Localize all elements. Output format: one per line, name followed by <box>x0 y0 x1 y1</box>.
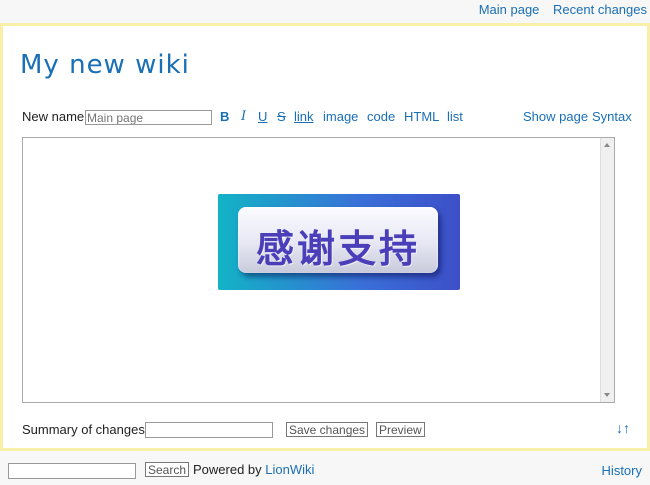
editor-scrollbar[interactable] <box>600 138 614 402</box>
top-navigation: Main page Recent changes <box>469 2 647 17</box>
search-button[interactable]: Search <box>145 462 190 477</box>
list-button[interactable]: list <box>447 109 463 124</box>
powered-by-label: Powered by <box>193 462 262 477</box>
show-page-link[interactable]: Show page <box>523 109 588 124</box>
banner-text: 感谢支持 <box>255 227 420 271</box>
main-page-link[interactable]: Main page <box>479 2 540 17</box>
edit-actions-row: Summary of changes Save changes Preview … <box>22 420 632 442</box>
link-button[interactable]: link <box>294 109 314 124</box>
html-button[interactable]: HTML <box>404 109 439 124</box>
syntax-link[interactable]: Syntax <box>592 109 632 124</box>
footer: Search Powered by LionWiki History <box>0 455 650 485</box>
search-input[interactable] <box>8 463 136 479</box>
content-frame: My new wiki New name B I U S link image … <box>0 23 650 451</box>
save-changes-button[interactable]: Save changes <box>286 422 369 437</box>
strikethrough-button[interactable]: S <box>277 109 286 124</box>
summary-input[interactable] <box>145 422 273 438</box>
bold-button[interactable]: B <box>220 109 229 124</box>
lionwiki-link[interactable]: LionWiki <box>265 462 314 477</box>
summary-label: Summary of changes <box>22 422 145 437</box>
banner-plate: 感谢支持 <box>238 207 438 273</box>
editor-toolbar: New name B I U S link image code HTML li… <box>22 109 632 129</box>
italic-button[interactable]: I <box>241 109 246 124</box>
image-button[interactable]: image <box>323 109 358 124</box>
scroll-down-arrow-icon[interactable] <box>604 393 610 397</box>
thank-you-banner-image: 感谢支持 <box>218 194 460 290</box>
recent-changes-link[interactable]: Recent changes <box>553 2 647 17</box>
new-name-input[interactable] <box>85 110 212 125</box>
resize-arrows-icon[interactable]: ↓↑ <box>616 420 630 436</box>
site-title: My new wiki <box>20 50 190 80</box>
history-link[interactable]: History <box>602 463 642 478</box>
new-name-label: New name <box>22 109 85 124</box>
code-button[interactable]: code <box>367 109 395 124</box>
powered-by: Powered by LionWiki <box>193 462 314 477</box>
scroll-up-arrow-icon[interactable] <box>604 143 610 147</box>
preview-button[interactable]: Preview <box>376 422 425 437</box>
content-editor-textarea[interactable]: 感谢支持 <box>22 137 615 403</box>
underline-button[interactable]: U <box>258 109 267 124</box>
